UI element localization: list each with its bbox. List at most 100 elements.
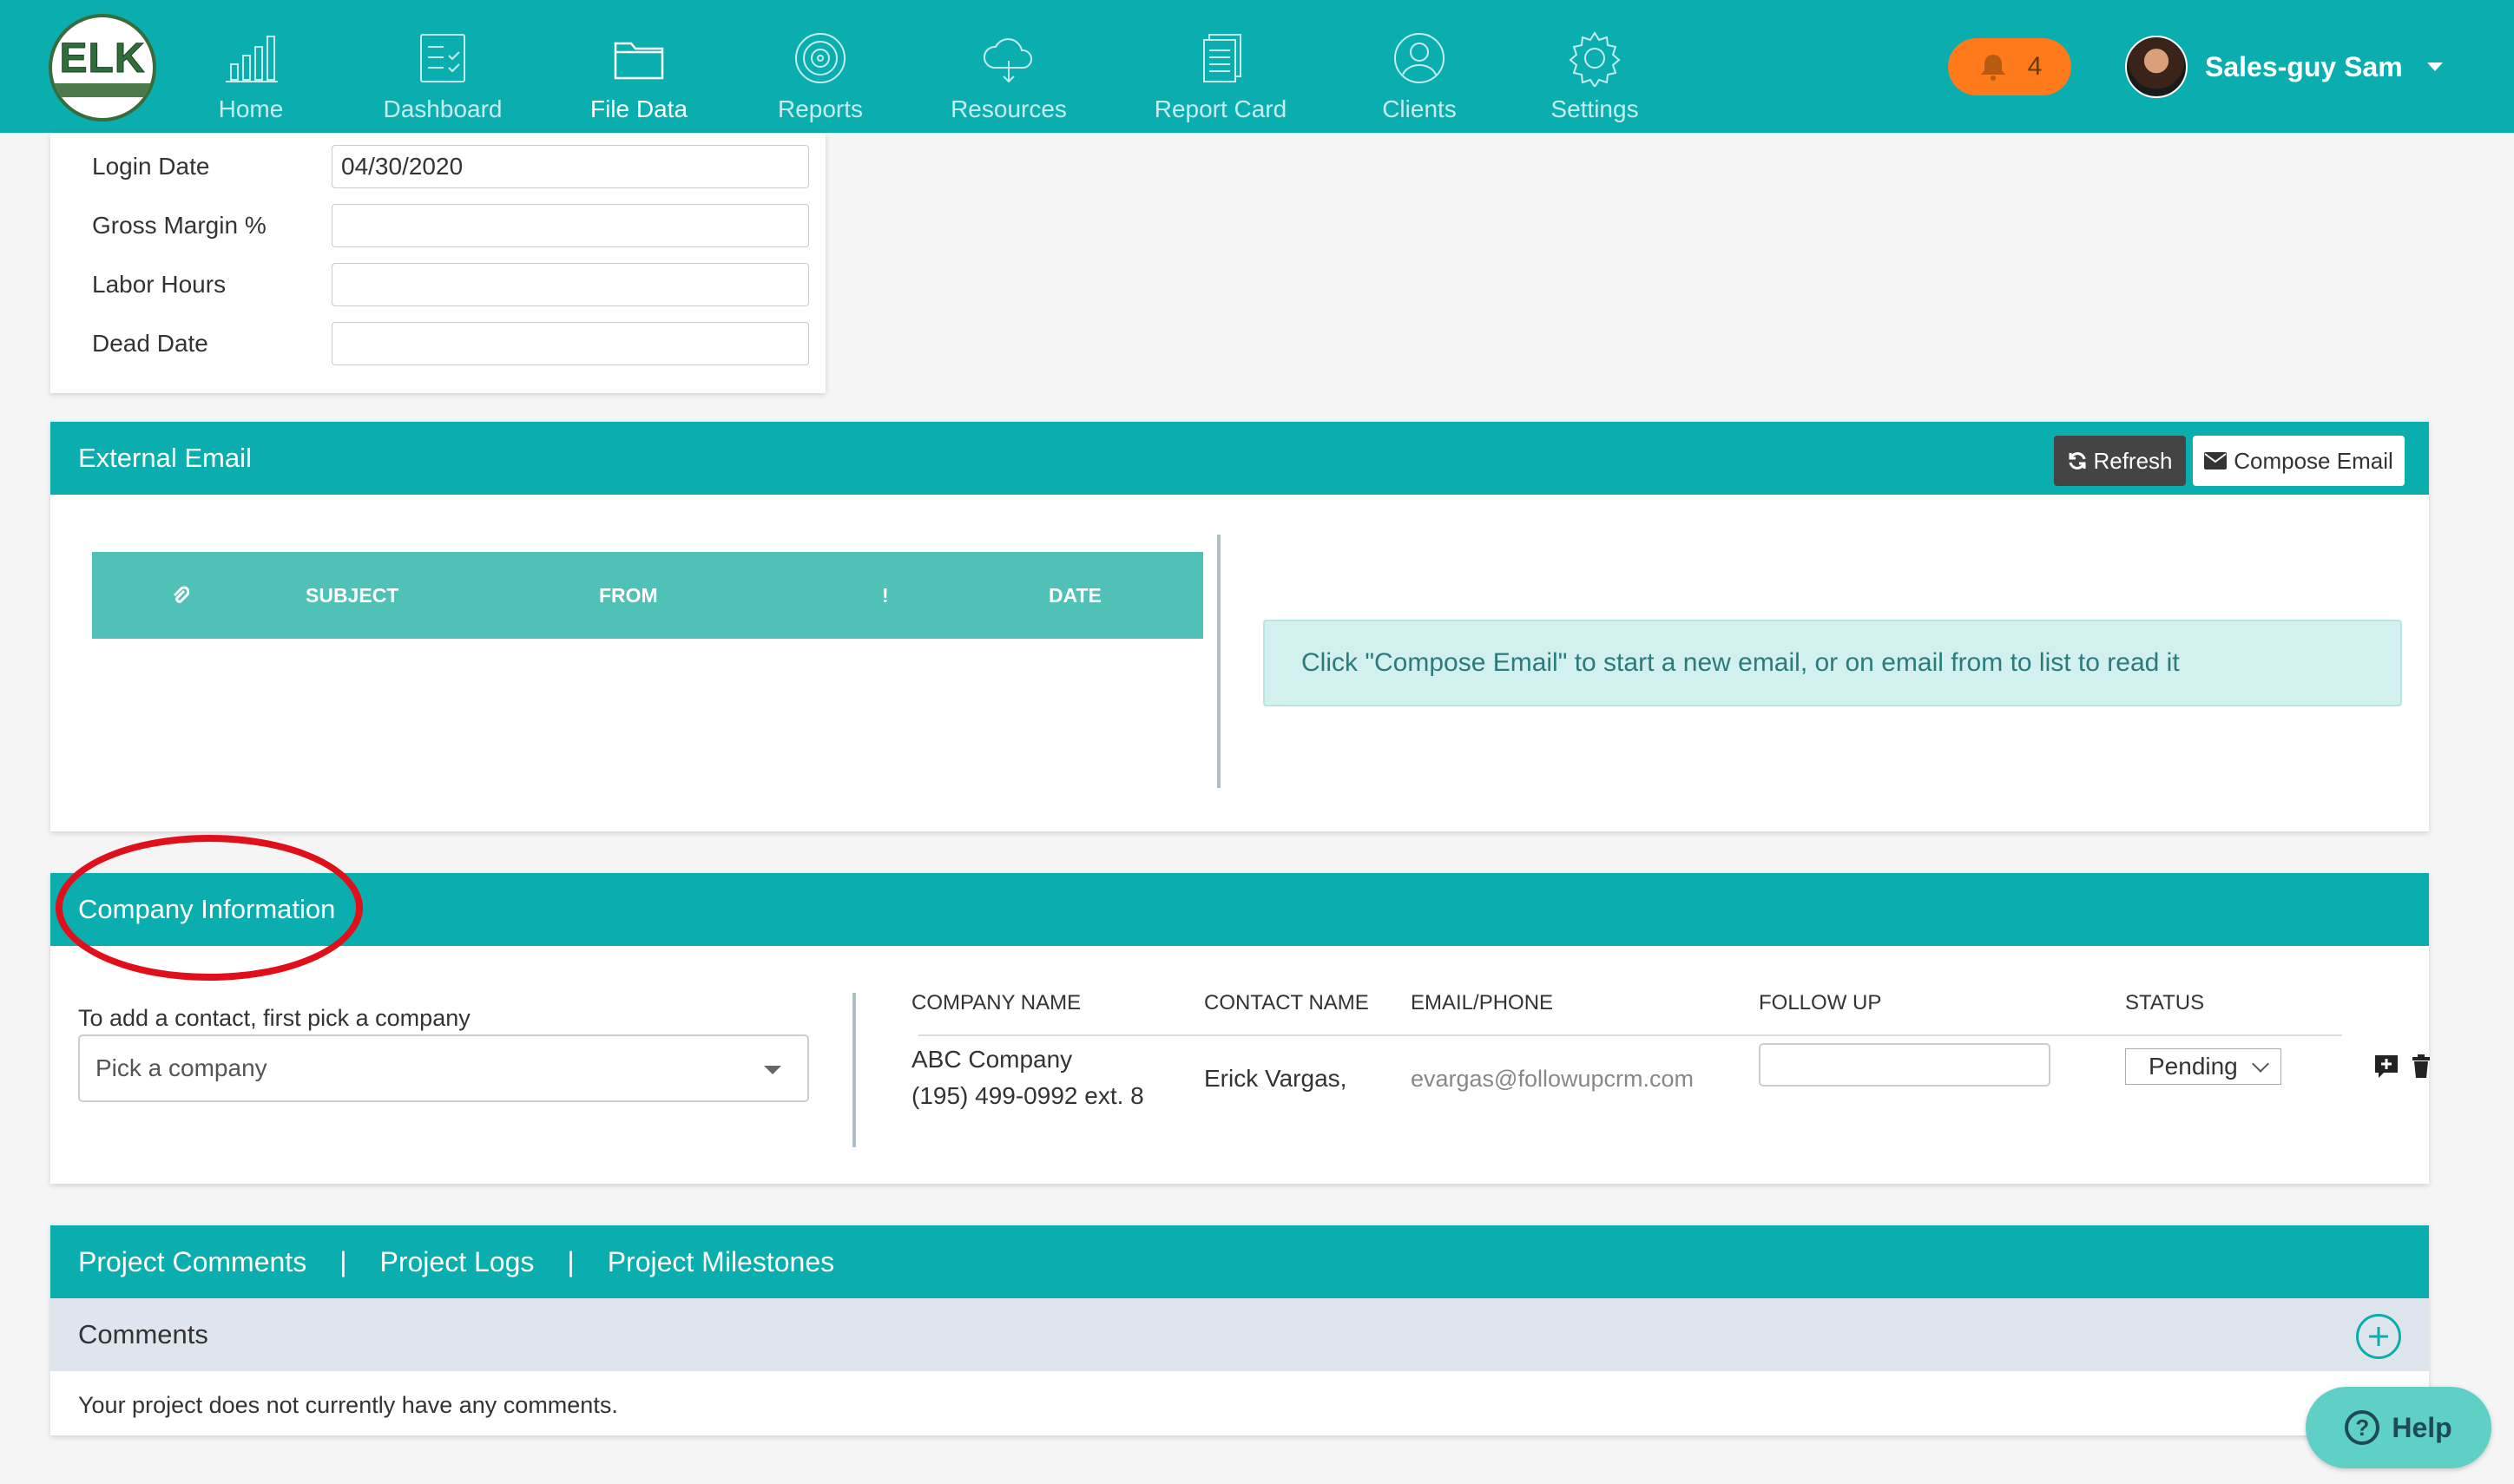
login-date-label: Login Date: [92, 153, 210, 180]
checklist-icon: [420, 34, 465, 82]
comments-title: Comments: [78, 1319, 208, 1349]
form-row-labor-hours: Labor Hours: [92, 263, 821, 306]
email-cell[interactable]: evargas@followupcrm.com: [1411, 1066, 1694, 1093]
notifications-count: 4: [2027, 52, 2043, 81]
nav-reports[interactable]: Reports: [738, 30, 903, 125]
company-name-cell: ABC Company: [911, 1046, 1073, 1073]
project-comments-panel: Project Comments | Project Logs | Projec…: [50, 1225, 2429, 1435]
chevron-down-icon: [764, 1066, 781, 1074]
email-info-box: Click "Compose Email" to start a new ema…: [1263, 620, 2402, 706]
trash-icon[interactable]: [2408, 1054, 2434, 1080]
company-select-placeholder: Pick a company: [95, 1054, 267, 1081]
external-email-panel: External Email Refresh Compose Email SUB…: [50, 422, 2429, 831]
company-divider: [852, 993, 856, 1147]
help-button[interactable]: ? Help: [2306, 1387, 2491, 1468]
status-value: Pending: [2149, 1053, 2238, 1080]
bell-icon: [1980, 55, 2005, 81]
project-dates-card: Login Date 04/30/2020 Gross Margin % Lab…: [50, 133, 826, 393]
company-info-header: Company Information: [50, 873, 2429, 946]
add-note-icon[interactable]: [2373, 1054, 2399, 1080]
plus-icon: [2369, 1327, 2388, 1346]
avatar: [2125, 36, 2188, 98]
company-logo[interactable]: ELK: [49, 14, 156, 121]
tab-separator: |: [339, 1245, 347, 1277]
add-comment-button[interactable]: [2356, 1314, 2401, 1359]
labor-hours-label: Labor Hours: [92, 271, 227, 298]
gear-icon: [1569, 31, 1621, 87]
help-label: Help: [2392, 1411, 2452, 1443]
login-date-input[interactable]: 04/30/2020: [332, 145, 809, 188]
compose-email-button[interactable]: Compose Email: [2193, 436, 2405, 486]
cloud-icon: [984, 38, 1032, 83]
company-info-panel: Company Information To add a contact, fi…: [50, 873, 2430, 1184]
nav-clients[interactable]: Clients: [1337, 30, 1502, 125]
nav-file-data[interactable]: File Data: [556, 30, 721, 125]
documents-icon: [1203, 34, 1241, 82]
status-select[interactable]: Pending: [2125, 1048, 2281, 1085]
follow-up-input[interactable]: [1759, 1043, 2050, 1087]
col-status: STATUS: [2125, 991, 2205, 1015]
col-from[interactable]: FROM: [599, 552, 658, 639]
nav-resources-label: Resources: [951, 95, 1067, 122]
add-contact-label: To add a contact, first pick a company: [78, 1005, 471, 1031]
top-navbar: ELK Home Dashboard File Data Reports Res…: [0, 0, 2514, 133]
labor-hours-input[interactable]: [332, 263, 809, 306]
target-icon: [795, 33, 846, 83]
nav-home-label: Home: [218, 95, 284, 122]
refresh-icon: [2069, 452, 2086, 469]
dead-date-input[interactable]: [332, 322, 809, 365]
table-row-divider: [918, 1034, 2342, 1036]
gross-margin-input[interactable]: [332, 204, 809, 247]
contact-name-cell: Erick Vargas,: [1204, 1065, 1347, 1092]
no-comments-text: Your project does not currently have any…: [78, 1392, 618, 1418]
nav-clients-label: Clients: [1382, 95, 1457, 122]
user-menu[interactable]: Sales-guy Sam: [2125, 35, 2443, 99]
chevron-down-icon: [2426, 62, 2443, 71]
company-select[interactable]: Pick a company: [78, 1034, 809, 1102]
nav-settings-label: Settings: [1550, 95, 1639, 122]
question-icon: ?: [2345, 1410, 2380, 1445]
folder-icon: [614, 42, 664, 80]
col-importance[interactable]: !: [882, 552, 889, 639]
logo-band: [52, 83, 153, 97]
col-subject[interactable]: SUBJECT: [306, 552, 398, 639]
user-name: Sales-guy Sam: [2205, 50, 2403, 82]
tab-project-logs[interactable]: Project Logs: [380, 1246, 535, 1278]
form-row-login-date: Login Date 04/30/2020: [92, 145, 821, 188]
col-company-name: COMPANY NAME: [911, 991, 1082, 1015]
nav-report-card-label: Report Card: [1154, 95, 1287, 122]
comments-bar: Comments: [50, 1298, 2429, 1371]
refresh-button[interactable]: Refresh: [2054, 436, 2186, 486]
company-info-body: To add a contact, first pick a company P…: [50, 946, 2430, 1184]
form-row-gross-margin: Gross Margin %: [92, 204, 821, 247]
nav-settings[interactable]: Settings: [1512, 30, 1677, 125]
paperclip-icon: [170, 552, 189, 639]
col-date[interactable]: DATE: [1049, 552, 1102, 639]
col-contact-name: CONTACT NAME: [1204, 991, 1369, 1015]
gross-margin-label: Gross Margin %: [92, 212, 267, 239]
nav-resources[interactable]: Resources: [926, 30, 1091, 125]
user-circle-icon: [1394, 33, 1445, 83]
tab-separator: |: [567, 1245, 575, 1277]
logo-text: ELK: [59, 36, 146, 82]
nav-dashboard-label: Dashboard: [383, 95, 503, 122]
external-email-title: External Email: [78, 443, 252, 473]
compose-email-label: Compose Email: [2234, 447, 2393, 474]
external-email-header: External Email Refresh Compose Email: [50, 422, 2429, 495]
project-tabs: Project Comments | Project Logs | Projec…: [50, 1225, 2429, 1298]
company-info-title: Company Information: [78, 894, 336, 924]
nav-home[interactable]: Home: [168, 30, 333, 125]
company-phone-cell: (195) 499-0992 ext. 8: [911, 1082, 1144, 1109]
tab-project-comments[interactable]: Project Comments: [78, 1246, 306, 1278]
tab-project-milestones[interactable]: Project Milestones: [608, 1246, 834, 1278]
bar-chart-icon: [226, 36, 278, 82]
refresh-label: Refresh: [2093, 447, 2173, 474]
nav-file-data-label: File Data: [589, 95, 688, 122]
nav-reports-label: Reports: [777, 95, 864, 122]
col-email-phone: EMAIL/PHONE: [1411, 991, 1554, 1015]
table-row: ABC Company (195) 499-0992 ext. 8: [911, 1041, 1144, 1114]
notifications-button[interactable]: 4: [1948, 38, 2071, 95]
nav-dashboard[interactable]: Dashboard: [360, 30, 525, 125]
nav-report-card[interactable]: Report Card: [1138, 30, 1303, 125]
chevron-down-icon: [2252, 1055, 2269, 1073]
